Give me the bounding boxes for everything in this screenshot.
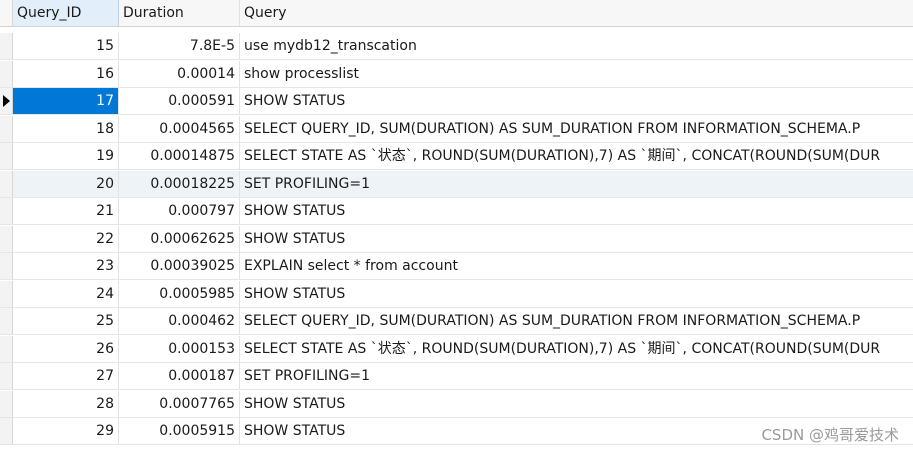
column-header-duration[interactable]: Duration <box>119 0 240 26</box>
table-row[interactable]: 19 0.00014875 SELECT STATE AS `状态`, ROUND(… <box>0 143 913 170</box>
column-header-query-id[interactable]: Query_ID <box>13 0 119 26</box>
cell-query[interactable]: SELECT QUERY_ID, SUM(DURATION) AS SUM_DU… <box>240 308 913 334</box>
table-row[interactable]: 15 7.8E-5 use mydb12_transcation <box>0 33 913 60</box>
row-marker[interactable] <box>0 418 13 444</box>
table-row[interactable]: 26 0.000153 SELECT STATE AS `状态`, ROUND(SU… <box>0 335 913 363</box>
cell-duration[interactable]: 0.000797 <box>119 198 240 224</box>
cell-query[interactable]: SET PROFILING=1 <box>240 363 913 389</box>
cell-duration[interactable]: 0.00039025 <box>119 253 240 279</box>
cell-duration[interactable]: 0.00062625 <box>119 225 240 252</box>
cell-duration[interactable]: 0.00018225 <box>119 170 240 197</box>
cell-query-id[interactable]: 21 <box>13 198 119 224</box>
cell-duration[interactable]: 0.000153 <box>119 335 240 362</box>
row-marker[interactable] <box>0 225 13 252</box>
cell-query[interactable]: show processlist <box>240 61 913 87</box>
row-marker[interactable] <box>0 88 13 114</box>
cell-duration[interactable]: 0.00014 <box>119 60 240 87</box>
cell-query[interactable]: EXPLAIN select * from account <box>240 253 913 279</box>
cell-query-id[interactable]: 28 <box>13 390 119 417</box>
cell-query-id[interactable]: 23 <box>13 253 119 279</box>
row-marker[interactable] <box>0 60 13 87</box>
table-row[interactable]: 23 0.00039025 EXPLAIN select * from accoun… <box>0 253 913 280</box>
table-row[interactable]: 27 0.000187 SET PROFILING=1 <box>0 363 913 390</box>
row-marker[interactable] <box>0 335 13 362</box>
table-row[interactable]: 20 0.00018225 SET PROFILING=1 <box>0 170 913 198</box>
result-grid: Query_ID Duration Query 15 7.8E-5 use mydb… <box>0 0 913 453</box>
table-row[interactable]: 28 0.0007765 SHOW STATUS <box>0 390 913 418</box>
cell-query-id[interactable]: 20 <box>13 170 119 197</box>
row-marker[interactable] <box>0 280 13 307</box>
current-row-arrow-icon <box>3 95 10 107</box>
cell-duration[interactable]: 0.0005985 <box>119 280 240 307</box>
cell-duration[interactable]: 0.00014875 <box>119 143 240 169</box>
row-marker[interactable] <box>0 308 13 334</box>
cell-query-id[interactable]: 18 <box>13 115 119 142</box>
cell-query-id[interactable]: 17 <box>13 88 119 114</box>
cell-duration[interactable]: 0.000187 <box>119 363 240 389</box>
row-marker[interactable] <box>0 198 13 224</box>
cell-query-id[interactable]: 29 <box>13 418 119 444</box>
cell-query[interactable]: SHOW STATUS <box>240 391 913 417</box>
cell-query-id[interactable]: 24 <box>13 280 119 307</box>
cell-query-id[interactable]: 16 <box>13 60 119 87</box>
watermark: CSDN @鸡哥爱技术 <box>761 426 899 444</box>
table-row[interactable]: 17 0.000591 SHOW STATUS <box>0 88 913 115</box>
cell-query-id[interactable]: 25 <box>13 308 119 334</box>
cell-query[interactable]: use mydb12_transcation <box>240 33 913 59</box>
row-marker[interactable] <box>0 363 13 389</box>
table-row[interactable]: 24 0.0005985 SHOW STATUS <box>0 280 913 308</box>
row-marker[interactable] <box>0 390 13 417</box>
row-marker[interactable] <box>0 143 13 169</box>
column-header-query[interactable]: Query <box>240 0 913 26</box>
cell-query[interactable]: SHOW STATUS <box>240 226 913 252</box>
cell-query[interactable]: SHOW STATUS <box>240 281 913 307</box>
cell-duration[interactable]: 0.000462 <box>119 308 240 334</box>
row-marker[interactable] <box>0 115 13 142</box>
table-row[interactable]: 22 0.00062625 SHOW STATUS <box>0 225 913 253</box>
cell-query[interactable]: SHOW STATUS <box>240 198 913 224</box>
cell-duration[interactable]: 0.0005915 <box>119 418 240 444</box>
grid-header: Query_ID Duration Query <box>0 0 913 27</box>
cell-query[interactable]: SHOW STATUS <box>240 88 913 114</box>
cell-query[interactable]: SELECT STATE AS `状态`, ROUND(SUM(DURATION… <box>240 143 913 169</box>
cell-query-id[interactable]: 15 <box>13 33 119 59</box>
row-marker[interactable] <box>0 170 13 197</box>
table-row[interactable]: 16 0.00014 show processlist <box>0 60 913 88</box>
table-row[interactable]: 21 0.000797 SHOW STATUS <box>0 198 913 225</box>
cell-query-id[interactable]: 27 <box>13 363 119 389</box>
header-corner[interactable] <box>0 0 13 26</box>
table-row[interactable]: 25 0.000462 SELECT QUERY_ID, SUM(DURATION)… <box>0 308 913 335</box>
cell-query-id[interactable]: 22 <box>13 225 119 252</box>
cell-duration[interactable]: 7.8E-5 <box>119 33 240 59</box>
row-marker[interactable] <box>0 253 13 279</box>
cell-duration[interactable]: 0.0007765 <box>119 390 240 417</box>
cell-duration[interactable]: 0.0004565 <box>119 115 240 142</box>
cell-query-id[interactable]: 19 <box>13 143 119 169</box>
row-marker[interactable] <box>0 33 13 59</box>
cell-query[interactable]: SELECT QUERY_ID, SUM(DURATION) AS SUM_DU… <box>240 116 913 142</box>
cell-duration[interactable]: 0.000591 <box>119 88 240 114</box>
cell-query[interactable]: SET PROFILING=1 <box>240 171 913 197</box>
table-row[interactable]: 18 0.0004565 SELECT QUERY_ID, SUM(DURATION… <box>0 115 913 143</box>
cell-query[interactable]: SELECT STATE AS `状态`, ROUND(SUM(DURATION… <box>240 336 913 362</box>
cell-query-id[interactable]: 26 <box>13 335 119 362</box>
